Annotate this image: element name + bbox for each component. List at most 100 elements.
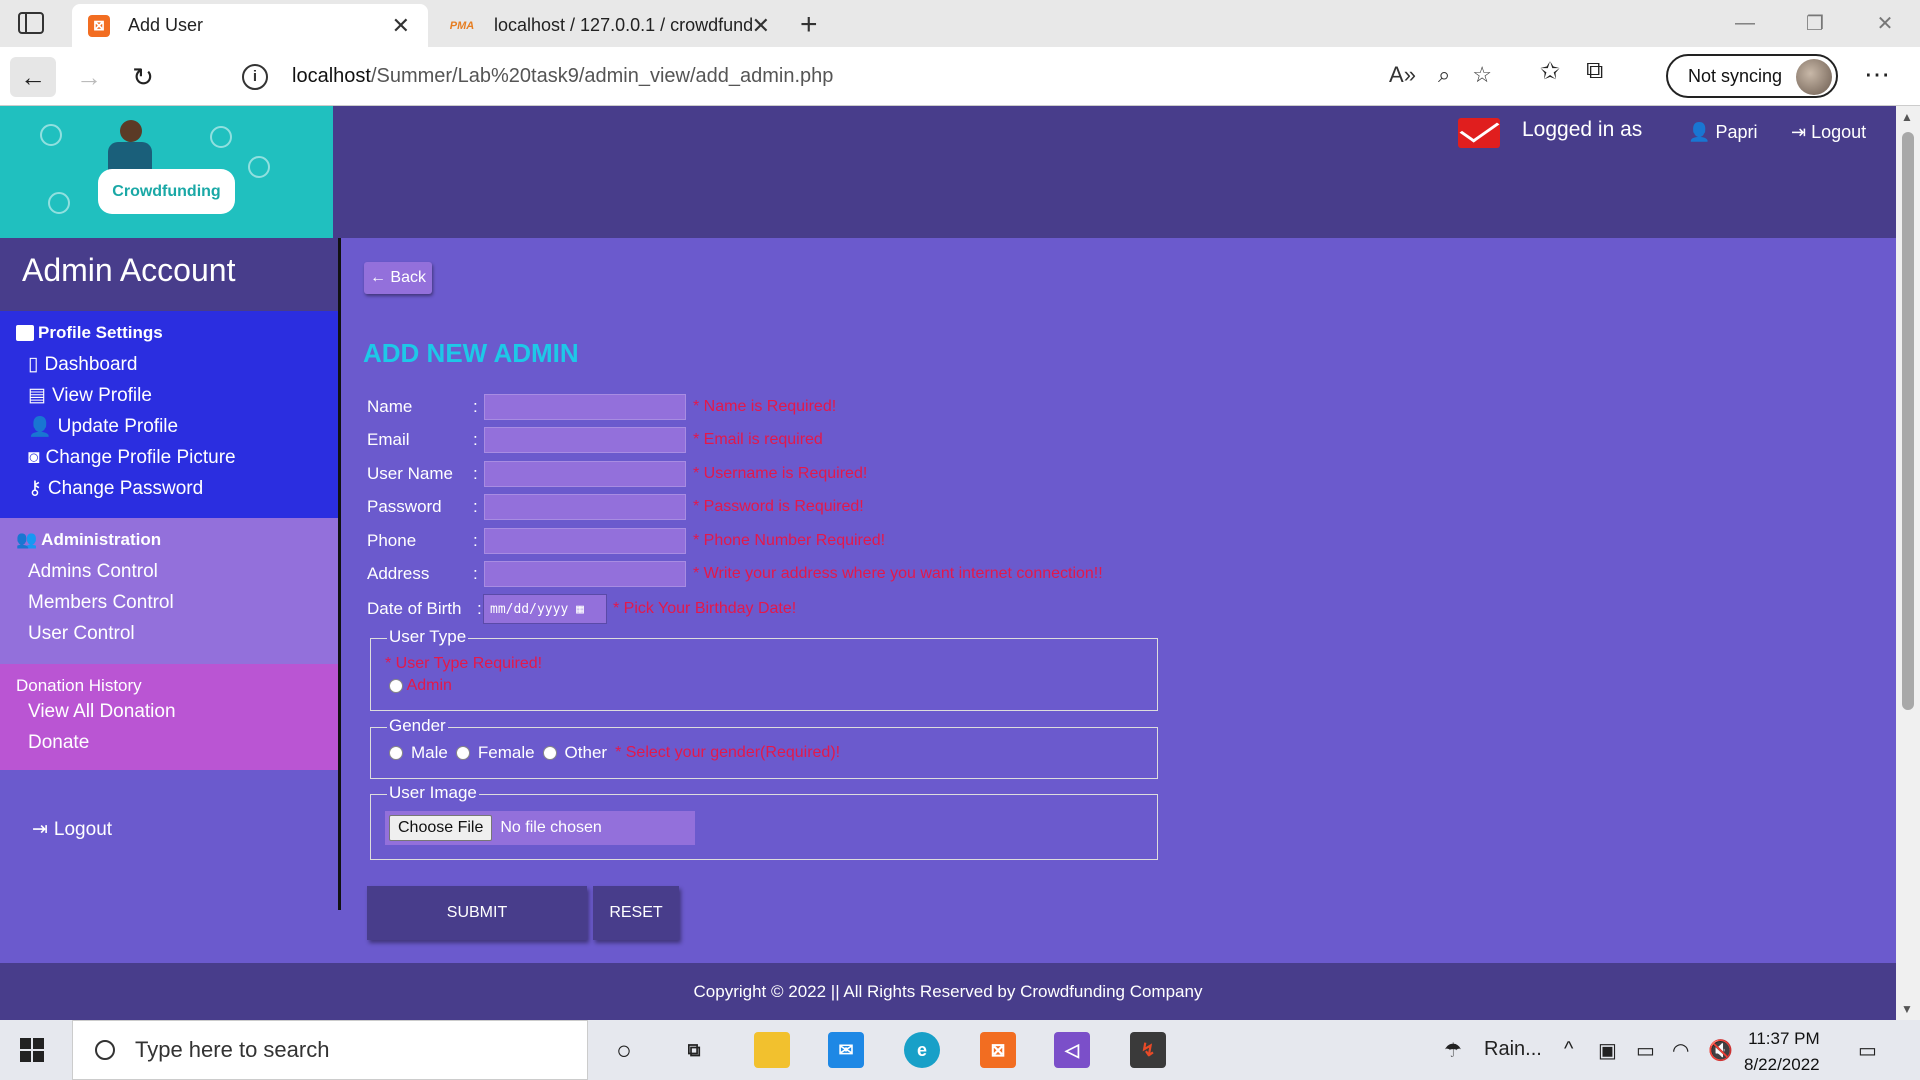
new-tab-icon[interactable]: + <box>800 8 818 42</box>
refresh-icon[interactable]: ↻ <box>120 57 166 97</box>
address-input[interactable] <box>483 560 687 588</box>
user-image-file-input[interactable]: Choose File No file chosen <box>385 811 695 845</box>
file-status: No file chosen <box>500 819 602 836</box>
edge-icon[interactable]: e <box>904 1032 940 1068</box>
reset-button[interactable]: RESET <box>593 886 679 940</box>
cortana-icon[interactable]: ○ <box>606 1032 642 1068</box>
phone-input[interactable] <box>483 527 687 555</box>
favorites-icon[interactable]: ✩ <box>1540 57 1560 86</box>
user-type-admin-option[interactable]: Admin <box>389 677 452 695</box>
email-input[interactable] <box>483 426 687 454</box>
more-options-icon[interactable]: ⋯ <box>1864 59 1891 90</box>
user-image-legend: User Image <box>387 783 479 803</box>
notifications-icon[interactable]: ▭ <box>1858 1038 1877 1063</box>
taskbar-search[interactable]: Type here to search <box>72 1020 588 1080</box>
choose-file-button[interactable]: Choose File <box>389 815 493 841</box>
address-bar[interactable]: i localhost/Summer/Lab%20task9/admin_vie… <box>216 54 1520 99</box>
close-tab-icon[interactable]: ✕ <box>752 13 770 39</box>
back-arrow-icon[interactable]: ← <box>10 57 56 97</box>
taskbar-clock[interactable]: 11:37 PM 8/22/2022 <box>1744 1026 1820 1078</box>
minimize-icon[interactable]: — <box>1710 0 1780 47</box>
decorative-circle <box>48 192 70 214</box>
read-aloud-icon[interactable]: A» <box>1389 62 1416 88</box>
sidebar-item-members-control[interactable]: Members Control <box>0 587 338 618</box>
error-message: * Name is Required! <box>693 398 837 415</box>
xampp-taskbar-icon[interactable]: ⊠ <box>980 1032 1016 1068</box>
window-controls: — ❐ ✕ <box>1710 0 1920 47</box>
error-message: * Username is Required! <box>693 465 868 482</box>
restore-icon[interactable]: ❐ <box>1780 0 1850 47</box>
wifi-icon[interactable]: ◠ <box>1672 1038 1689 1063</box>
clock-date: 8/22/2022 <box>1744 1055 1820 1074</box>
male-radio[interactable] <box>389 746 403 760</box>
sidebar-item-admins-control[interactable]: Admins Control <box>0 556 338 587</box>
sidebar-item-view-profile[interactable]: ▤ View Profile <box>0 380 338 411</box>
xampp-icon: ⊠ <box>88 14 110 37</box>
sidebar-divider <box>338 238 341 910</box>
username-input[interactable] <box>483 460 687 488</box>
site-logo[interactable]: Crowdfunding <box>0 106 333 238</box>
other-radio[interactable] <box>542 746 557 760</box>
admin-radio[interactable] <box>389 678 403 693</box>
name-input[interactable] <box>483 393 687 421</box>
sidebar-item-donate[interactable]: Donate <box>0 727 338 758</box>
collections-icon[interactable]: ⧉ <box>1586 57 1603 86</box>
sidebar-item-dashboard[interactable]: ▯ Dashboard <box>0 349 338 380</box>
female-radio[interactable] <box>455 746 470 760</box>
zoom-icon[interactable]: ⌕ <box>1438 62 1450 88</box>
close-tab-icon[interactable]: ✕ <box>392 13 410 39</box>
password-input[interactable] <box>483 493 687 521</box>
error-message: * Write your address where you want inte… <box>693 565 1103 582</box>
page-scrollbar[interactable]: ▲ ▼ <box>1896 106 1920 1020</box>
file-explorer-icon[interactable] <box>754 1032 790 1068</box>
error-message: * Phone Number Required! <box>693 532 886 549</box>
task-view-icon[interactable]: ⧉ <box>676 1032 712 1068</box>
back-button[interactable]: ← Back <box>364 262 432 294</box>
tab-add-user[interactable]: ⊠ Add User ✕ <box>72 4 428 47</box>
profile-settings-group: Profile Settings ▯ Dashboard ▤ View Profil… <box>0 311 338 518</box>
weather-icon[interactable]: ☂ <box>1444 1038 1462 1063</box>
battery-icon[interactable]: ▭ <box>1636 1038 1655 1063</box>
windows-start-icon[interactable] <box>20 1038 44 1062</box>
tab-phpmyadmin[interactable]: PMA localhost / 127.0.0.1 / crowdfunding… <box>432 4 788 47</box>
visual-studio-icon[interactable]: ◁ <box>1054 1032 1090 1068</box>
weather-label[interactable]: Rain... <box>1484 1038 1542 1061</box>
field-label: User Name <box>367 464 453 483</box>
submit-button[interactable]: SUBMIT <box>367 886 587 940</box>
meet-now-icon[interactable]: ▣ <box>1598 1038 1617 1063</box>
calendar-icon[interactable]: ▦ <box>576 602 584 617</box>
header-logout-link[interactable]: ⇥ Logout <box>1791 122 1866 143</box>
logged-in-label: Logged in as <box>1522 118 1643 141</box>
sync-button[interactable]: Not syncing <box>1666 54 1838 98</box>
sidebar-item-user-control[interactable]: User Control <box>0 618 338 649</box>
sidebar-item-change-password[interactable]: ⚷ Change Password <box>0 473 338 504</box>
sidebar-item-update-profile[interactable]: 👤 Update Profile <box>0 411 338 442</box>
scrollbar-thumb[interactable] <box>1902 132 1914 710</box>
volume-muted-icon[interactable]: 🔇 <box>1708 1038 1733 1063</box>
sidebar-item-view-all-donation[interactable]: View All Donation <box>0 696 338 727</box>
chevron-up-icon[interactable]: ^ <box>1564 1038 1573 1061</box>
administration-heading: Administration <box>41 530 162 549</box>
info-icon[interactable]: i <box>242 63 268 90</box>
mail-icon[interactable] <box>1458 118 1500 148</box>
site-footer: Copyright © 2022 || All Rights Reserved … <box>0 963 1896 1020</box>
sidebar-item-change-picture[interactable]: ◙ Change Profile Picture <box>0 442 338 473</box>
user-link[interactable]: 👤 Papri <box>1688 122 1757 143</box>
url-text: localhost/Summer/Lab%20task9/admin_view/… <box>292 65 834 87</box>
scroll-down-icon[interactable]: ▼ <box>1901 1002 1913 1016</box>
git-icon[interactable]: ↯ <box>1130 1032 1166 1068</box>
forward-arrow-icon[interactable]: → <box>66 57 112 97</box>
error-message: * Email is required <box>693 431 823 448</box>
date-of-birth-input[interactable]: mm/dd/yyyy ▦ <box>483 594 607 624</box>
tab-actions-icon[interactable] <box>18 12 44 34</box>
close-window-icon[interactable]: ✕ <box>1850 0 1920 47</box>
favorite-add-icon[interactable]: ☆ <box>1472 62 1492 88</box>
user-cog-icon: 👥 <box>16 530 38 549</box>
sidebar-logout-link[interactable]: ⇥ Logout <box>32 818 112 841</box>
decorative-circle <box>210 126 232 148</box>
male-label: Male <box>411 743 448 762</box>
scroll-up-icon[interactable]: ▲ <box>1901 110 1913 124</box>
error-message: * User Type Required! <box>385 655 543 672</box>
mail-app-icon[interactable]: ✉ <box>828 1032 864 1068</box>
person-illustration <box>120 120 142 142</box>
